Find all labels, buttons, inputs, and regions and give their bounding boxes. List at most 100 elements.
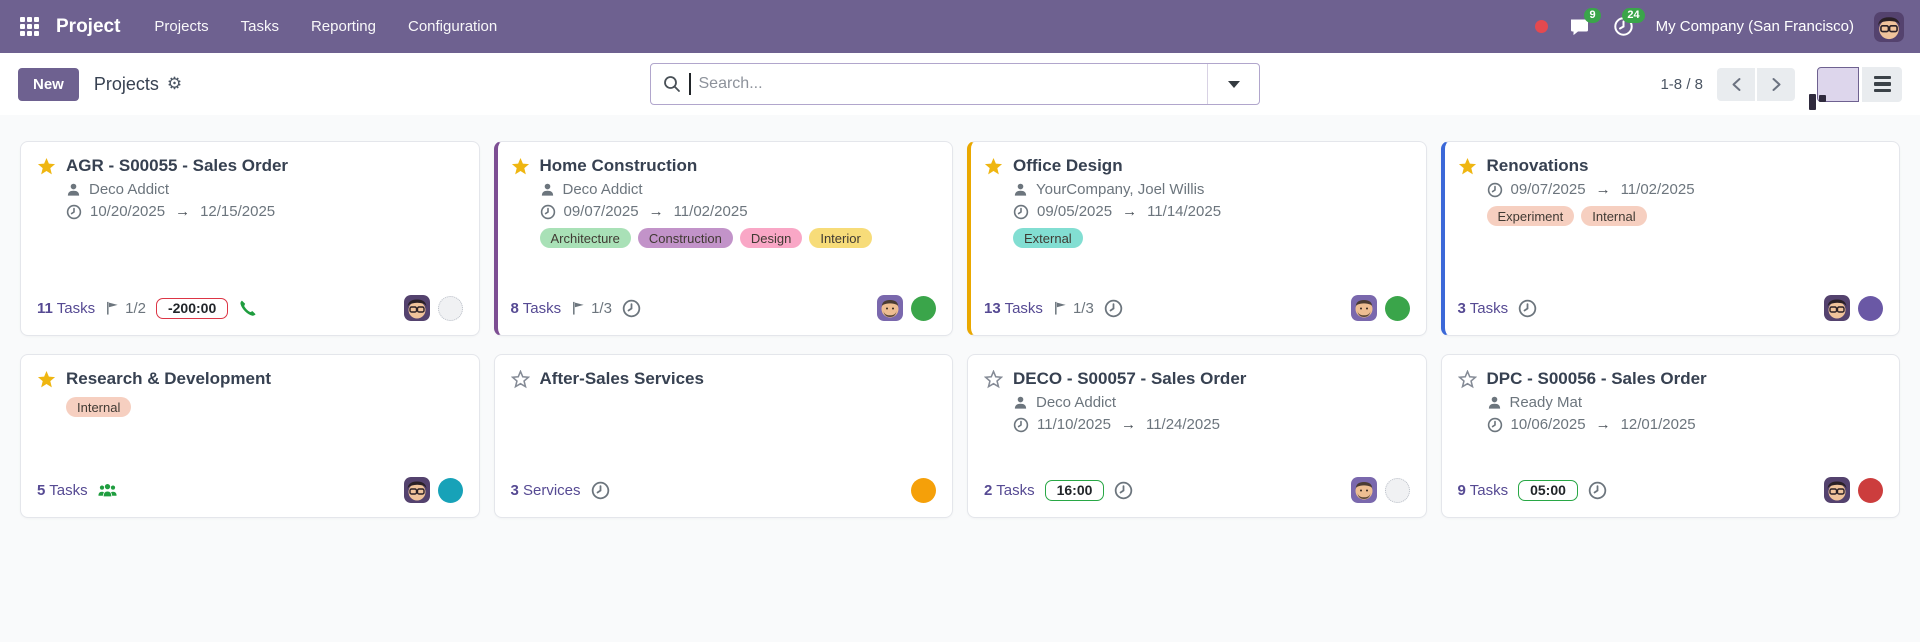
app-name[interactable]: Project bbox=[56, 16, 120, 38]
search-dropdown-toggle[interactable] bbox=[1207, 64, 1259, 104]
company-name[interactable]: My Company (San Francisco) bbox=[1656, 18, 1854, 35]
project-status-indicator[interactable] bbox=[1384, 477, 1410, 503]
task-count[interactable]: 9 Tasks bbox=[1458, 482, 1509, 499]
date-end: 11/24/2025 bbox=[1145, 416, 1220, 433]
search-input[interactable] bbox=[698, 75, 1195, 93]
project-status-indicator[interactable] bbox=[1384, 295, 1410, 321]
task-count[interactable]: 3 Services bbox=[511, 482, 581, 499]
pager-previous-button[interactable] bbox=[1717, 67, 1755, 101]
project-status-indicator[interactable] bbox=[437, 295, 463, 321]
assignee-avatar[interactable] bbox=[403, 477, 430, 503]
task-count-label: Tasks bbox=[45, 481, 88, 499]
kanban-view-button[interactable] bbox=[1808, 66, 1859, 110]
customer-name: Deco Addict bbox=[1036, 394, 1117, 411]
date-end: 11/02/2025 bbox=[673, 203, 748, 220]
kanban-card[interactable]: After-Sales Services 3 Services bbox=[493, 354, 953, 518]
task-count[interactable]: 2 Tasks bbox=[984, 482, 1035, 499]
project-status-indicator[interactable] bbox=[1858, 477, 1883, 503]
card-title: Renovations bbox=[1486, 156, 1589, 175]
user-avatar[interactable] bbox=[1874, 11, 1904, 42]
card-title: DPC - S00056 - Sales Order bbox=[1486, 369, 1707, 388]
star-filled-icon[interactable] bbox=[1458, 157, 1477, 176]
kanban-card[interactable]: Research & Development Internal 5 Tasks bbox=[20, 354, 480, 518]
assignee-avatar[interactable] bbox=[403, 295, 430, 321]
apps-grid-icon[interactable] bbox=[16, 14, 42, 40]
star-outline-icon[interactable] bbox=[510, 369, 530, 389]
clock-icon[interactable] bbox=[1588, 481, 1607, 500]
customer-name: YourCompany, Joel Willis bbox=[1036, 181, 1205, 198]
kanban-card[interactable]: AGR - S00055 - Sales Order Deco Addict 10/… bbox=[20, 141, 480, 336]
menu-projects[interactable]: Projects bbox=[154, 18, 208, 35]
kanban-card[interactable]: Home Construction Deco Addict 09/07/2025 → 1… bbox=[493, 141, 953, 336]
task-count-number: 3 bbox=[1457, 299, 1466, 317]
kanban-card[interactable]: Office Design YourCompany, Joel Willis 09/… bbox=[967, 141, 1427, 336]
group-icon[interactable] bbox=[98, 481, 117, 500]
star-filled-icon[interactable] bbox=[37, 370, 56, 389]
card-title: Research & Development bbox=[66, 369, 272, 388]
assignee-avatar[interactable] bbox=[1824, 295, 1850, 321]
flag-ratio: 1/3 bbox=[1072, 299, 1094, 317]
clock-icon bbox=[540, 204, 556, 220]
task-count[interactable]: 8 Tasks bbox=[511, 300, 562, 317]
project-status-indicator[interactable] bbox=[911, 295, 936, 321]
assignee-avatar[interactable] bbox=[1824, 477, 1850, 503]
activities-badge: 24 bbox=[1622, 7, 1645, 24]
clock-icon bbox=[1487, 417, 1503, 433]
star-filled-icon[interactable] bbox=[37, 157, 56, 176]
date-start: 09/07/2025 bbox=[563, 203, 639, 220]
star-outline-icon[interactable] bbox=[1457, 369, 1477, 389]
list-icon bbox=[1873, 75, 1891, 93]
clock-icon[interactable] bbox=[622, 299, 641, 318]
messages-icon[interactable]: 9 bbox=[1568, 7, 1601, 39]
task-count[interactable]: 5 Tasks bbox=[37, 482, 88, 499]
tag-list: Internal bbox=[66, 397, 463, 417]
clock-icon[interactable] bbox=[591, 481, 610, 500]
date-start: 10/20/2025 bbox=[90, 203, 166, 220]
assignee-avatar[interactable] bbox=[1350, 477, 1377, 503]
date-start: 09/07/2025 bbox=[1510, 181, 1586, 198]
arrow-right-icon: → bbox=[1122, 203, 1138, 220]
tag-pill: Design bbox=[739, 228, 803, 248]
customer-name: Deco Addict bbox=[562, 181, 643, 198]
clock-icon[interactable] bbox=[1518, 299, 1537, 318]
task-count-label: Tasks bbox=[52, 299, 96, 317]
star-filled-icon[interactable] bbox=[511, 157, 530, 176]
kanban-card[interactable]: DPC - S00056 - Sales Order Ready Mat 10/06… bbox=[1440, 354, 1900, 518]
clock-icon bbox=[1013, 204, 1029, 220]
person-icon bbox=[66, 182, 81, 197]
clock-icon[interactable] bbox=[1114, 481, 1133, 500]
clock-icon bbox=[1487, 182, 1503, 198]
phone-icon[interactable] bbox=[238, 299, 257, 318]
menu-configuration[interactable]: Configuration bbox=[408, 18, 497, 35]
recording-status-dot bbox=[1534, 20, 1548, 33]
customer-name: Deco Addict bbox=[89, 181, 170, 198]
new-button[interactable]: New bbox=[18, 67, 79, 101]
menu-tasks[interactable]: Tasks bbox=[241, 18, 279, 35]
project-status-indicator[interactable] bbox=[911, 478, 936, 503]
star-outline-icon[interactable] bbox=[984, 369, 1003, 389]
star-filled-icon[interactable] bbox=[984, 157, 1003, 176]
menu-reporting[interactable]: Reporting bbox=[311, 18, 376, 35]
top-navbar: Project Projects Tasks Reporting Configu… bbox=[0, 0, 1920, 53]
date-start: 11/10/2025 bbox=[1037, 416, 1111, 433]
assignee-avatar[interactable] bbox=[1350, 295, 1377, 321]
task-count[interactable]: 3 Tasks bbox=[1458, 300, 1509, 317]
page-title: Projects bbox=[93, 73, 159, 94]
assignee-avatar[interactable] bbox=[877, 295, 903, 321]
date-start: 10/06/2025 bbox=[1510, 416, 1586, 433]
kanban-card[interactable]: Renovations 09/07/2025 → 11/02/2025 Experime… bbox=[1440, 141, 1900, 336]
project-status-indicator[interactable] bbox=[437, 477, 463, 503]
list-view-button[interactable] bbox=[1862, 66, 1902, 102]
task-count-label: Tasks bbox=[1465, 481, 1509, 499]
gear-icon[interactable]: ⚙ bbox=[167, 74, 182, 94]
pager-range: 1-8 / 8 bbox=[1660, 75, 1703, 93]
kanban-card[interactable]: DECO - S00057 - Sales Order Deco Addict 11… bbox=[967, 354, 1427, 518]
hours-badge: -200:00 bbox=[155, 297, 229, 319]
task-count[interactable]: 11 Tasks bbox=[37, 300, 95, 317]
task-count-label: Services bbox=[518, 482, 581, 499]
clock-icon[interactable] bbox=[1104, 299, 1123, 318]
task-count[interactable]: 13 Tasks bbox=[984, 300, 1043, 317]
project-status-indicator[interactable] bbox=[1858, 295, 1883, 321]
pager-next-button[interactable] bbox=[1757, 67, 1795, 101]
activities-clock-icon[interactable]: 24 bbox=[1612, 7, 1645, 39]
